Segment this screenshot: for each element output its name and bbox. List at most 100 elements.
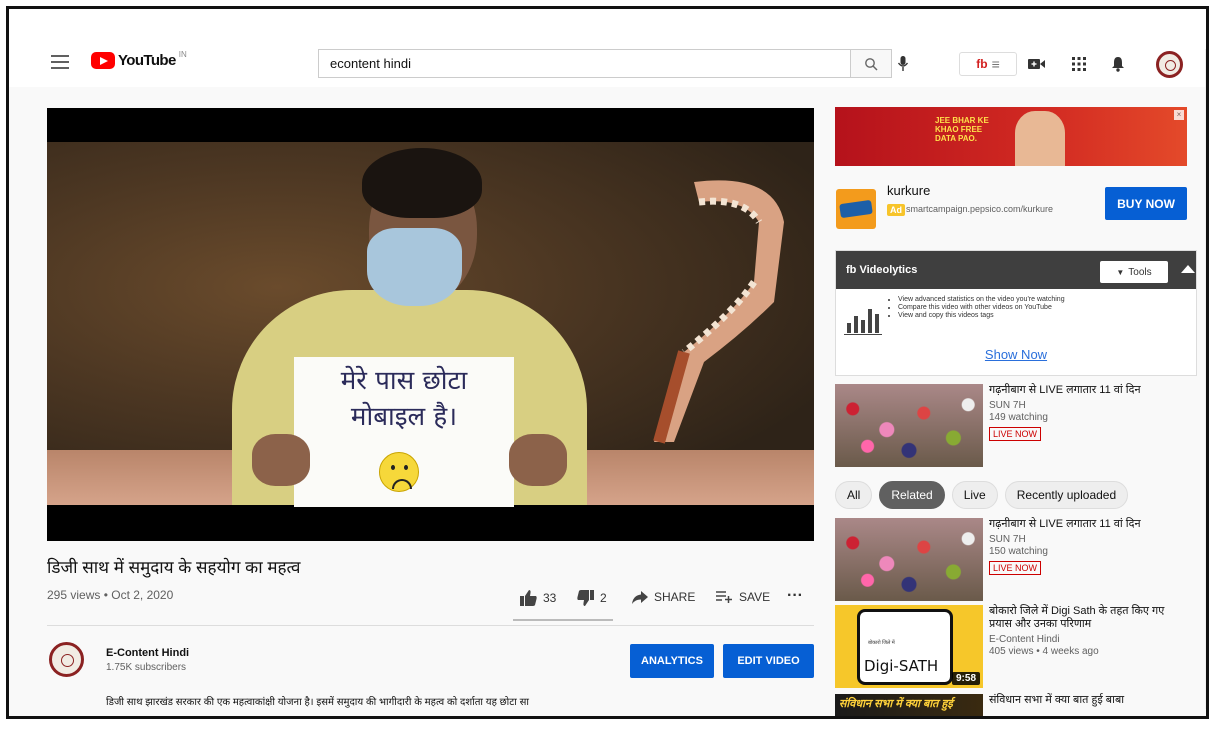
menu-icon[interactable] [51, 55, 69, 69]
related-channel: SUN 7H [989, 534, 1026, 545]
video-title: डिजी साथ में समुदाय के सहयोग का महत्व [47, 558, 301, 577]
kurkure-logo[interactable] [836, 189, 876, 229]
dislike-button[interactable]: 2 [577, 590, 607, 606]
like-count: 33 [543, 591, 557, 605]
ad-banner-text: JEE BHAR KE KHAO FREE DATA PAO. [935, 116, 989, 143]
list-icon: ≡ [991, 56, 1000, 72]
related-title[interactable]: संविधान सभा में क्या बात हुई बाबा [989, 694, 1189, 707]
share-label: SHARE [654, 590, 696, 604]
related-video-item[interactable]: संविधान सभा में क्या बात हुई संविधान सभा… [835, 694, 1195, 716]
related-info: गढ़नीबाग से LIVE लगातार 11 वां दिन SUN 7… [989, 518, 1189, 576]
related-title[interactable]: गढ़नीबाग से LIVE लगातार 11 वां दिन [989, 384, 1189, 397]
related-video-item[interactable]: बोकारो जिले में Digi-SATH 9:58 बोकारो जि… [835, 605, 1195, 691]
apps-grid-icon[interactable] [1068, 53, 1090, 75]
face-mask [367, 228, 462, 306]
ad-banner[interactable]: JEE BHAR KE KHAO FREE DATA PAO. × [835, 107, 1187, 166]
related-video-item[interactable]: गढ़नीबाग से LIVE लगातार 11 वां दिन SUN 7… [835, 384, 1195, 470]
edit-video-button[interactable]: EDIT VIDEO [723, 644, 814, 678]
video-description: डिजी साथ झारखंड सरकार की एक महत्वाकांक्ष… [106, 697, 530, 708]
handwritten-sign: मेरे पास छोटा मोबाइल है। [294, 357, 514, 507]
channel-avatar[interactable] [49, 642, 84, 677]
tools-dropdown[interactable]: ▼ Tools [1100, 261, 1168, 283]
search-box[interactable] [318, 49, 851, 78]
thumbs-up-icon [520, 590, 537, 606]
ad-brand-name[interactable]: kurkure [887, 183, 930, 198]
videolytics-header: fb Videolytics ▼ Tools [836, 251, 1196, 289]
collapse-icon[interactable] [1181, 265, 1195, 273]
browser-frame: YouTube IN fb ≡ [6, 6, 1209, 719]
related-stat: 405 views • 4 weeks ago [989, 646, 1099, 657]
related-info: बोकारो जिले में Digi Sath के तहत किए गए … [989, 605, 1189, 658]
playlist-add-icon [716, 591, 732, 603]
like-button[interactable]: 33 [520, 590, 556, 606]
video-player[interactable]: मेरे पास छोटा मोबाइल है। [47, 108, 814, 541]
related-info: गढ़नीबाग से LIVE लगातार 11 वां दिन SUN 7… [989, 384, 1189, 442]
videolytics-title: fb Videolytics [846, 264, 918, 276]
ad-close-icon[interactable]: × [1174, 110, 1184, 120]
sign-line-2: मोबाइल है। [350, 402, 458, 432]
video-thumbnail[interactable] [835, 518, 983, 601]
share-button[interactable]: SHARE [632, 590, 695, 604]
chip-related[interactable]: Related [879, 481, 945, 509]
video-views-date: 295 views • Oct 2, 2020 [47, 588, 174, 602]
related-video-item[interactable]: गढ़नीबाग से LIVE लगातार 11 वां दिन SUN 7… [835, 518, 1195, 604]
save-label: SAVE [739, 590, 771, 604]
youtube-play-icon [91, 52, 115, 69]
buy-now-button[interactable]: BUY NOW [1105, 187, 1187, 220]
extension-label: fb [976, 57, 988, 71]
search-input[interactable] [319, 50, 850, 77]
search-button[interactable] [850, 49, 892, 78]
ad-badge: Ad [887, 204, 905, 216]
related-channel: E-Content Hindi [989, 634, 1060, 645]
chip-all[interactable]: All [835, 481, 873, 509]
videolytics-features: View advanced statistics on the video yo… [898, 296, 1065, 320]
person-hair [362, 148, 482, 218]
sentiment-bar [513, 619, 613, 621]
ad-url: smartcampaign.pepsico.com/kurkure [906, 204, 1054, 214]
thumb-text: संविधान सभा में क्या बात हुई [835, 694, 983, 716]
thumb-caption: बोकारो जिले में [868, 640, 895, 646]
sign-line-1: मेरे पास छोटा [340, 366, 468, 396]
right-hand [509, 434, 567, 486]
video-thumbnail[interactable] [835, 384, 983, 467]
wall-mural [653, 180, 784, 444]
related-info: संविधान सभा में क्या बात हुई बाबा [989, 694, 1189, 707]
notifications-bell-icon[interactable] [1107, 53, 1129, 75]
related-title[interactable]: बोकारो जिले में Digi Sath के तहत किए गए … [989, 605, 1189, 631]
sad-face-icon [379, 452, 419, 492]
left-hand [252, 434, 310, 486]
save-button[interactable]: SAVE [716, 590, 770, 604]
microphone-icon[interactable] [893, 54, 913, 74]
chip-live[interactable]: Live [951, 481, 998, 509]
related-stat: 150 watching [989, 546, 1048, 557]
ad-banner-person [1015, 111, 1065, 166]
account-avatar[interactable] [1156, 51, 1183, 78]
thumbs-down-icon [577, 590, 594, 606]
subscriber-count: 1.75K subscribers [106, 662, 187, 673]
channel-name[interactable]: E-Content Hindi [106, 647, 189, 659]
related-stat: 149 watching [989, 412, 1048, 423]
divider [47, 625, 814, 626]
filter-chips: All Related Live Recently uploaded [835, 481, 1129, 509]
caret-down-icon: ▼ [1116, 267, 1125, 277]
search-icon [865, 57, 878, 71]
country-code: IN [178, 50, 187, 59]
thumb-text: Digi-SATH [864, 657, 939, 675]
phone-graphic: बोकारो जिले में Digi-SATH [857, 609, 953, 685]
video-thumbnail[interactable]: बोकारो जिले में Digi-SATH 9:58 [835, 605, 983, 688]
extension-badge[interactable]: fb ≡ [959, 52, 1017, 76]
share-arrow-icon [632, 590, 648, 604]
analytics-button[interactable]: ANALYTICS [630, 644, 714, 678]
youtube-logo[interactable]: YouTube IN [91, 50, 187, 69]
video-frame: मेरे पास छोटा मोबाइल है। [47, 142, 814, 507]
logo-text: YouTube [118, 52, 176, 69]
show-now-link[interactable]: Show Now [836, 347, 1196, 362]
scrollbar-thumb[interactable] [1206, 49, 1209, 239]
chip-recently-uploaded[interactable]: Recently uploaded [1004, 481, 1129, 509]
video-thumbnail[interactable]: संविधान सभा में क्या बात हुई [835, 694, 983, 716]
create-video-icon[interactable] [1026, 53, 1048, 75]
more-actions-icon[interactable]: ··· [787, 587, 803, 605]
dislike-count: 2 [600, 591, 607, 605]
feature-item: View advanced statistics on the video yo… [898, 296, 1065, 304]
related-title[interactable]: गढ़नीबाग से LIVE लगातार 11 वां दिन [989, 518, 1189, 531]
